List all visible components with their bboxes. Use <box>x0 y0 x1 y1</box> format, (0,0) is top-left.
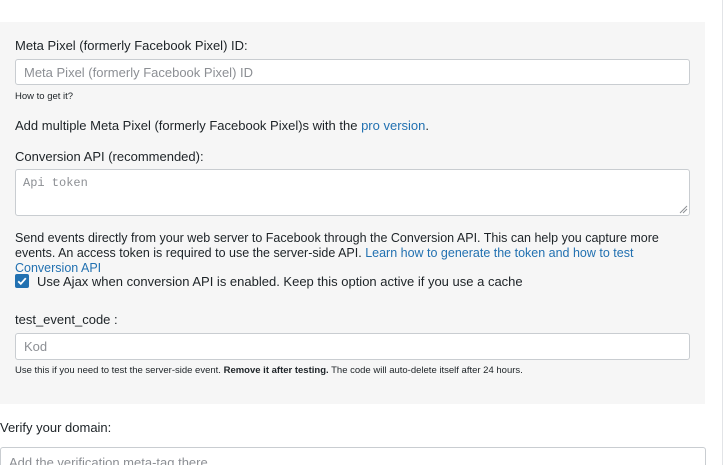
test-event-help-suffix: The code will auto-delete itself after 2… <box>328 365 523 376</box>
pro-version-link[interactable]: pro version <box>361 118 425 133</box>
test-event-help: Use this if you need to test the server-… <box>15 365 523 376</box>
verify-domain-input[interactable] <box>0 447 706 465</box>
test-event-help-prefix: Use this if you need to test the server-… <box>15 365 224 376</box>
api-token-textarea[interactable] <box>15 169 690 216</box>
conversion-api-description: Send events directly from your web serve… <box>15 231 695 276</box>
multi-pixel-suffix: . <box>425 118 430 133</box>
scroll-edge <box>722 0 723 465</box>
verify-domain-label: Verify your domain: <box>0 420 112 435</box>
test-event-help-bold: Remove it after testing. <box>223 365 329 376</box>
resize-grip-icon[interactable] <box>678 204 688 214</box>
conversion-api-label: Conversion API (recommended): <box>15 149 204 164</box>
how-to-get-link[interactable]: How to get it? <box>15 91 73 102</box>
pixel-id-input[interactable] <box>15 59 690 85</box>
multi-pixel-text: Add multiple Meta Pixel (formerly Facebo… <box>15 118 429 133</box>
multi-pixel-prefix: Add multiple Meta Pixel (formerly Facebo… <box>15 118 362 133</box>
ajax-checkbox-label: Use Ajax when conversion API is enabled.… <box>37 274 523 289</box>
test-event-code-input[interactable] <box>15 333 690 360</box>
test-event-code-label: test_event_code : <box>15 312 118 327</box>
check-icon <box>17 277 27 286</box>
pixel-id-label: Meta Pixel (formerly Facebook Pixel) ID: <box>15 38 248 53</box>
ajax-checkbox[interactable] <box>15 274 29 288</box>
